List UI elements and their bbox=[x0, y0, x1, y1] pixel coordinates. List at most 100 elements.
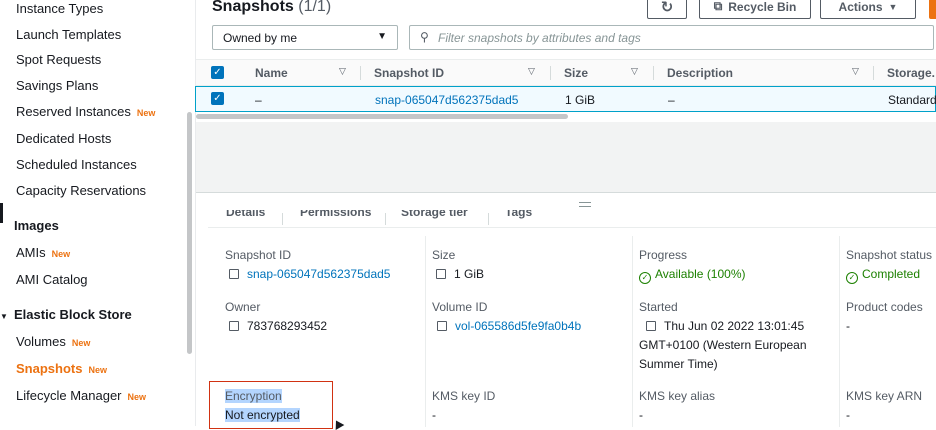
kms-key-arn-value: - bbox=[846, 408, 850, 422]
tab-storage-tier[interactable]: Storage tier bbox=[401, 210, 468, 222]
size-label: Size bbox=[432, 248, 456, 262]
copy-icon[interactable] bbox=[437, 318, 450, 331]
cell-size: 1 GiB bbox=[565, 93, 596, 107]
owner-value: 783768293452 bbox=[229, 318, 327, 333]
column-divider bbox=[425, 236, 426, 427]
check-circle-icon: ✓ bbox=[639, 272, 651, 284]
sidebar-item-savings-plans[interactable]: Savings Plans bbox=[16, 78, 98, 93]
progress-value: ✓ Available (100%) bbox=[639, 267, 746, 284]
volume-id-value[interactable]: vol-065586d5fe9fa0b4b bbox=[437, 318, 581, 333]
new-badge: New bbox=[136, 108, 156, 118]
tab-details[interactable]: Details bbox=[226, 210, 265, 222]
started-value-line3: Summer Time) bbox=[639, 357, 718, 371]
tab-tags[interactable]: Tags bbox=[505, 210, 532, 222]
external-link-icon: ⧉ bbox=[713, 0, 723, 13]
sidebar-item-capacity-reservations[interactable]: Capacity Reservations bbox=[16, 183, 146, 198]
sidebar-item-lifecycle-manager[interactable]: Lifecycle Manager New bbox=[16, 388, 146, 403]
main-content: Snapshots (1/1) ↻ ⧉ Recycle Bin Actions … bbox=[195, 0, 936, 430]
tab-permissions[interactable]: Permissions bbox=[300, 210, 371, 222]
search-input[interactable]: ⚲ Filter snapshots by attributes and tag… bbox=[409, 25, 934, 50]
snapshot-id-value[interactable]: snap-065047d562375dad5 bbox=[229, 266, 390, 281]
search-icon: ⚲ bbox=[420, 30, 429, 44]
sidebar-item-dedicated-hosts[interactable]: Dedicated Hosts bbox=[16, 131, 111, 146]
sidebar-item-reserved-instances[interactable]: Reserved Instances New bbox=[16, 104, 155, 119]
table-row[interactable]: ✓ – snap-065047d562375dad5 1 GiB – Stand… bbox=[195, 86, 936, 112]
snapshot-id-label: Snapshot ID bbox=[225, 248, 292, 262]
sidebar-item-instance-types[interactable]: Instance Types bbox=[16, 1, 103, 16]
table-header: ✓ Name ▽ Snapshot ID ▽ Size ▽ Descriptio… bbox=[196, 59, 936, 86]
actions-button[interactable]: Actions ▼ bbox=[820, 0, 916, 19]
snapshot-status-value: ✓ Completed bbox=[846, 267, 920, 284]
sidebar-item-scheduled-instances[interactable]: Scheduled Instances bbox=[16, 157, 137, 172]
kms-key-alias-value: - bbox=[639, 408, 643, 422]
selection-count: (1/1) bbox=[298, 0, 332, 15]
sidebar: Instance Types Launch Templates Spot Req… bbox=[0, 0, 196, 426]
recycle-bin-button[interactable]: ⧉ Recycle Bin bbox=[699, 0, 811, 19]
product-codes-label: Product codes bbox=[846, 300, 923, 314]
copy-icon[interactable] bbox=[436, 266, 449, 279]
create-snapshot-button[interactable] bbox=[929, 0, 936, 19]
new-badge: New bbox=[51, 249, 71, 259]
refresh-icon: ↻ bbox=[660, 0, 674, 16]
sidebar-item-volumes[interactable]: Volumes New bbox=[16, 334, 90, 349]
tab-divider bbox=[385, 213, 386, 225]
sidebar-item-spot-requests[interactable]: Spot Requests bbox=[16, 52, 101, 67]
sort-icon[interactable]: ▽ bbox=[339, 66, 346, 77]
encryption-label: Encryption bbox=[225, 389, 282, 403]
started-value-line2: GMT+0100 (Western European bbox=[639, 338, 807, 352]
split-panel-gutter bbox=[196, 122, 936, 192]
page-title: Snapshots (1/1) bbox=[212, 0, 332, 15]
progress-label: Progress bbox=[639, 248, 688, 262]
sidebar-section-images[interactable]: Images bbox=[14, 218, 59, 233]
table-horizontal-scrollbar[interactable] bbox=[196, 114, 568, 119]
sidebar-scrollbar[interactable] bbox=[187, 112, 192, 354]
cell-name: – bbox=[255, 93, 262, 107]
product-codes-value: - bbox=[846, 319, 850, 333]
column-header-snapshot-id[interactable]: Snapshot ID bbox=[374, 66, 444, 80]
kms-key-alias-label: KMS key alias bbox=[639, 389, 716, 403]
column-header-name[interactable]: Name bbox=[255, 66, 288, 80]
copy-icon[interactable] bbox=[646, 318, 659, 331]
drag-handle-icon[interactable] bbox=[579, 202, 591, 207]
sort-icon[interactable]: ▽ bbox=[528, 66, 535, 77]
cell-snapshot-id-link[interactable]: snap-065047d562375dad5 bbox=[375, 93, 518, 107]
cell-description: – bbox=[668, 93, 675, 107]
select-all-checkbox[interactable]: ✓ bbox=[211, 66, 224, 79]
kms-key-id-value: - bbox=[432, 408, 436, 422]
caret-down-icon: ▼ bbox=[377, 31, 387, 42]
tab-divider bbox=[282, 213, 283, 225]
new-badge: New bbox=[71, 338, 91, 348]
sidebar-section-elastic-block-store[interactable]: ▼ Elastic Block Store bbox=[0, 307, 132, 322]
column-header-description[interactable]: Description bbox=[667, 66, 733, 80]
column-divider[interactable] bbox=[550, 66, 551, 80]
kms-key-arn-label: KMS key ARN bbox=[846, 389, 923, 403]
copy-icon[interactable] bbox=[229, 266, 242, 279]
started-value-line1: Thu Jun 02 2022 13:01:45 bbox=[646, 318, 804, 333]
size-value: 1 GiB bbox=[436, 266, 484, 281]
row-checkbox[interactable]: ✓ bbox=[211, 92, 224, 105]
column-header-storage[interactable]: Storage. bbox=[887, 66, 935, 80]
sidebar-item-ami-catalog[interactable]: AMI Catalog bbox=[16, 272, 88, 287]
details-panel: Details Permissions Storage tier Tags Sn… bbox=[196, 192, 936, 430]
caret-down-icon: ▼ bbox=[888, 1, 898, 12]
kms-key-id-label: KMS key ID bbox=[432, 389, 496, 403]
started-label: Started bbox=[639, 300, 678, 314]
owner-filter-select[interactable]: Owned by me ▼ bbox=[212, 25, 398, 50]
new-badge: New bbox=[127, 392, 147, 402]
sidebar-item-amis[interactable]: AMIs New bbox=[16, 245, 70, 260]
volume-id-label: Volume ID bbox=[432, 300, 488, 314]
sidebar-item-snapshots[interactable]: Snapshots New bbox=[16, 361, 107, 376]
owner-label: Owner bbox=[225, 300, 261, 314]
column-divider bbox=[632, 236, 633, 427]
refresh-button[interactable]: ↻ bbox=[647, 0, 687, 19]
column-header-size[interactable]: Size bbox=[564, 66, 588, 80]
sidebar-item-launch-templates[interactable]: Launch Templates bbox=[16, 27, 121, 42]
sort-icon[interactable]: ▽ bbox=[852, 66, 859, 77]
column-divider[interactable] bbox=[360, 66, 361, 80]
sort-icon[interactable]: ▽ bbox=[631, 66, 638, 77]
copy-icon[interactable] bbox=[229, 318, 242, 331]
caret-down-icon: ▼ bbox=[0, 312, 8, 321]
check-circle-icon: ✓ bbox=[846, 272, 858, 284]
column-divider[interactable] bbox=[873, 66, 874, 80]
column-divider[interactable] bbox=[653, 66, 654, 80]
